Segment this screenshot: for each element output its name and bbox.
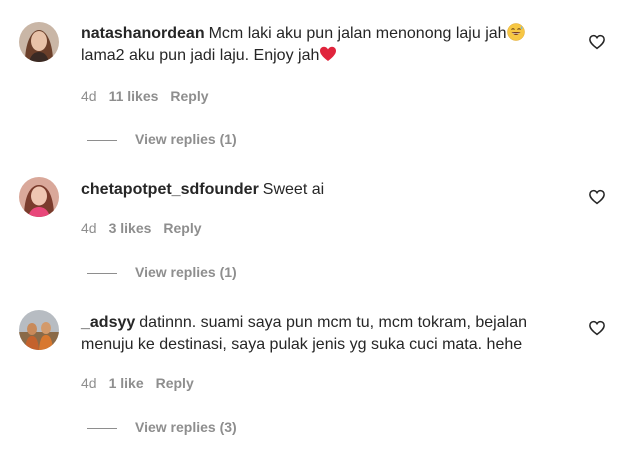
- comment-meta: 4d 3 likes Reply: [81, 219, 214, 237]
- comment-time: 4d: [81, 220, 97, 236]
- reply-button[interactable]: Reply: [156, 375, 194, 391]
- comment-time: 4d: [81, 88, 97, 104]
- heart-outline-icon[interactable]: [588, 188, 606, 206]
- comment-body: Sweet ai: [262, 181, 325, 198]
- comment-body-line2: lama2 aku pun jadi laju. Enjoy jah: [81, 47, 320, 64]
- likes-count[interactable]: 11 likes: [109, 88, 159, 104]
- comment-text: _adsyy datinnn. suami saya pun mcm tu, mc…: [81, 312, 571, 356]
- heart-outline-icon[interactable]: [588, 33, 606, 51]
- heart-outline-icon[interactable]: [588, 319, 606, 337]
- view-replies-button[interactable]: View replies (1): [87, 130, 237, 148]
- comment-time: 4d: [81, 375, 97, 391]
- likes-count[interactable]: 1 like: [109, 375, 144, 391]
- comment-body: datinnn. suami saya pun mcm tu, mcm tokr…: [81, 314, 527, 353]
- view-replies-button[interactable]: View replies (3): [87, 418, 237, 436]
- comment-username[interactable]: natashanordean: [81, 25, 205, 42]
- comment-username[interactable]: _adsyy: [81, 314, 135, 331]
- reply-button[interactable]: Reply: [163, 220, 201, 236]
- likes-count[interactable]: 3 likes: [109, 220, 152, 236]
- reply-button[interactable]: Reply: [170, 88, 208, 104]
- comment-meta: 4d 1 like Reply: [81, 374, 206, 392]
- grinning-sweat-emoji-icon: [506, 23, 525, 41]
- red-heart-emoji-icon: [320, 46, 337, 61]
- comment-username[interactable]: chetapotpet_sdfounder: [81, 181, 259, 198]
- view-replies-label[interactable]: View replies (1): [135, 131, 237, 147]
- comment-text: chetapotpet_sdfounder Sweet ai: [81, 179, 571, 201]
- avatar[interactable]: [19, 310, 59, 350]
- comment-meta: 4d 11 likes Reply: [81, 87, 221, 105]
- avatar[interactable]: [19, 177, 59, 217]
- replies-divider: [87, 272, 117, 274]
- comment-body: Mcm laki aku pun jalan menonong laju jah: [208, 25, 507, 42]
- view-replies-button[interactable]: View replies (1): [87, 263, 237, 281]
- avatar[interactable]: [19, 22, 59, 62]
- view-replies-label[interactable]: View replies (3): [135, 419, 237, 435]
- view-replies-label[interactable]: View replies (1): [135, 264, 237, 280]
- replies-divider: [87, 139, 117, 141]
- comment-text: natashanordean Mcm laki aku pun jalan men…: [81, 23, 571, 67]
- replies-divider: [87, 427, 117, 429]
